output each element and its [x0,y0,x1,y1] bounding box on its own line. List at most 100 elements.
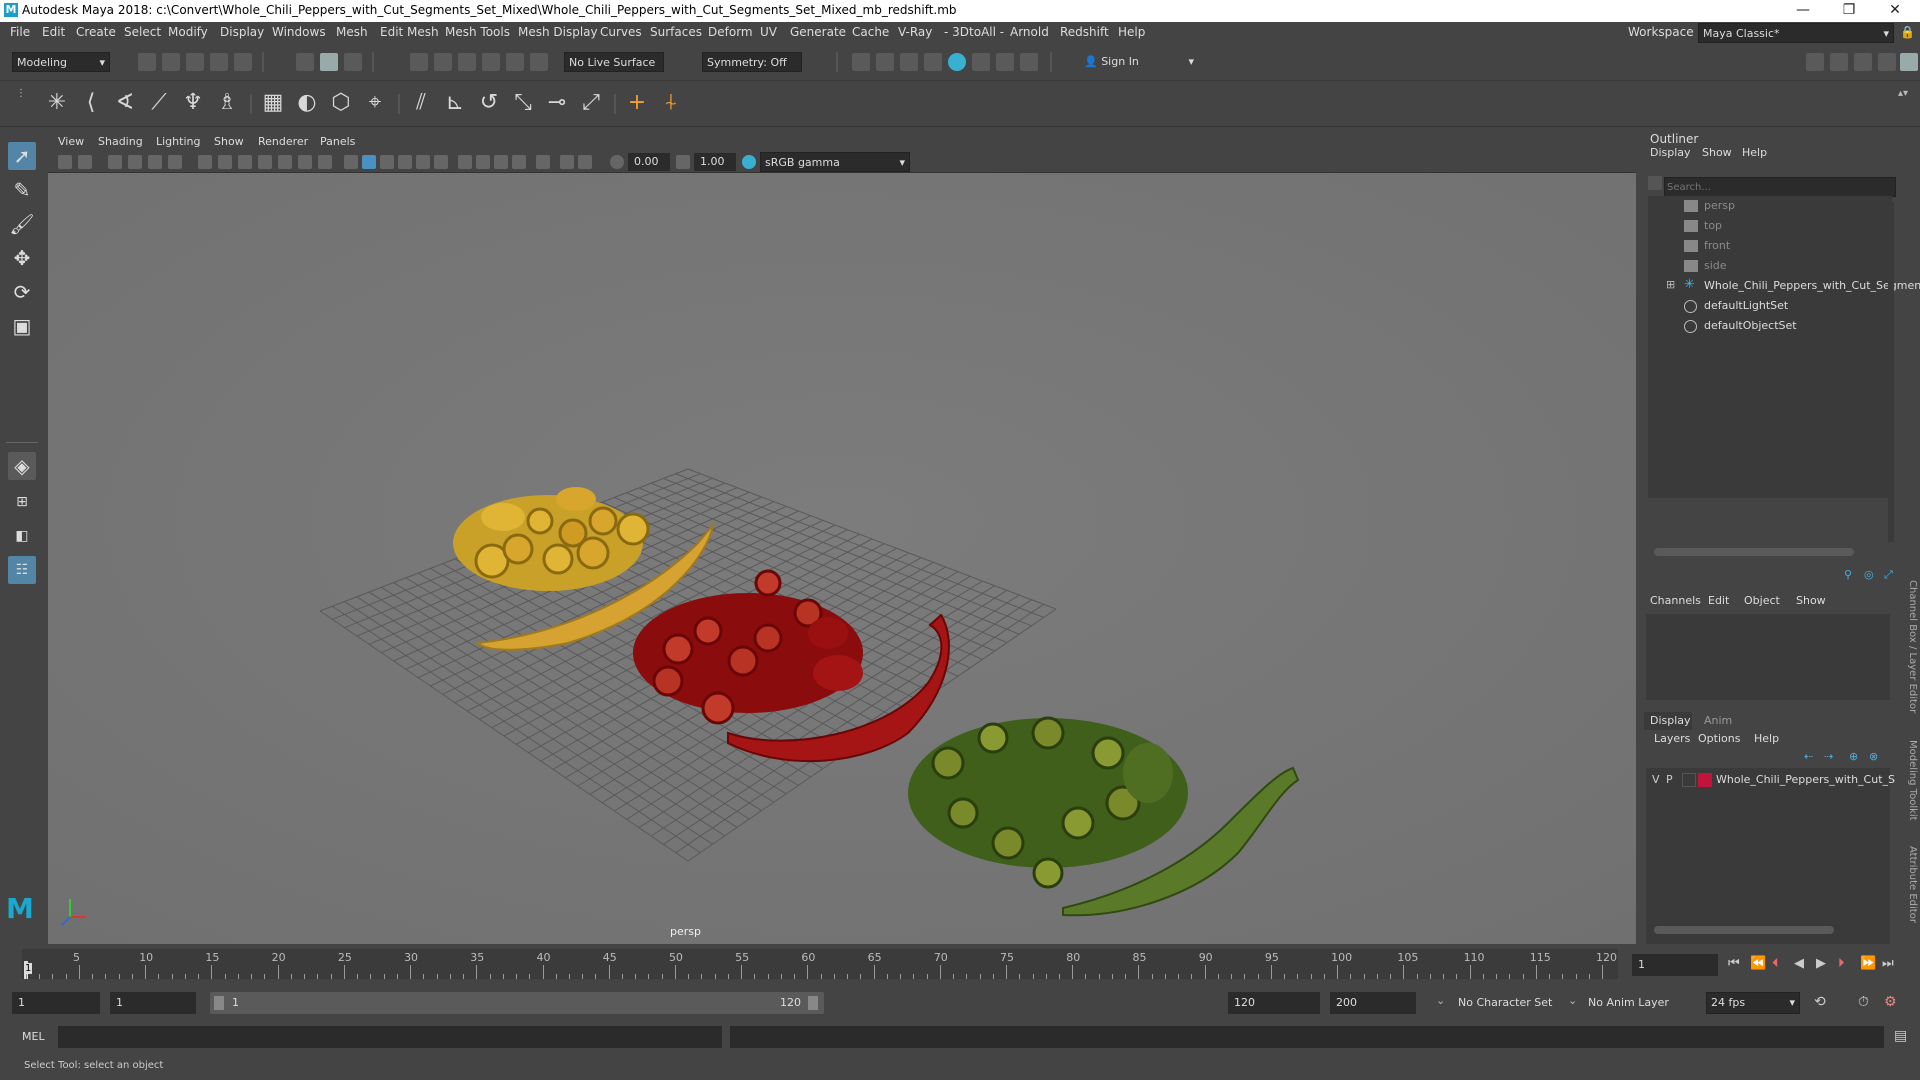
xray-joints-icon[interactable] [578,155,592,169]
cluster-deformer-icon[interactable]: ⍭ [658,90,684,116]
select-camera-icon[interactable] [58,155,72,169]
command-input[interactable] [58,1026,722,1048]
screen-space-ao-icon[interactable] [458,155,472,169]
render-frame-icon[interactable] [852,53,870,71]
channelbox-menu-show[interactable]: Show [1796,594,1826,607]
persp-graph-layout-icon[interactable]: ☷ [8,556,36,584]
channel-lock-icon[interactable]: ◎ [1864,568,1874,581]
menu-cache[interactable]: Cache [852,25,889,39]
pole-vector-icon[interactable]: ⤢ [578,90,604,116]
gamma-field[interactable]: 1.00 [694,153,736,171]
menu-mesh[interactable]: Mesh [336,25,368,39]
outliner-menu-help[interactable]: Help [1742,146,1767,159]
time-slider-track[interactable]: 1 5 10 15 20 25 30 35 40 45 50 55 60 65 70 75 80 85 90 95 1… [22,949,1618,979]
select-tool-icon[interactable]: ➚ [8,142,36,170]
menu-uv[interactable]: UV [760,25,777,39]
lookdev-icon[interactable] [996,53,1014,71]
animation-end-field[interactable]: 200 [1330,992,1416,1014]
snap-point-icon[interactable] [458,53,476,71]
layer-tab-display[interactable]: Display [1644,712,1692,730]
menu-edit[interactable]: Edit [42,25,65,39]
four-view-layout-icon[interactable]: ⊞ [8,488,36,516]
outliner-item-defaultobjectset[interactable]: defaultObjectSet [1648,316,1896,336]
step-forward-key-icon[interactable]: ⏩ [1860,956,1876,971]
layer-visibility-toggle[interactable]: V [1652,773,1660,786]
human-ik-icon[interactable]: ♗ [214,90,240,116]
save-scene-icon[interactable] [186,53,204,71]
point-constraint-icon[interactable]: ⊾ [442,90,468,116]
step-forward-frame-icon[interactable]: ⏵ [1838,956,1845,971]
orient-constraint-icon[interactable]: ↺ [476,90,502,116]
persp-outliner-layout-icon[interactable]: ◧ [8,522,36,550]
color-management-icon[interactable] [742,155,756,169]
close-button[interactable]: ✕ [1872,0,1918,22]
pause-icon[interactable] [1020,53,1038,71]
symmetry-dropdown[interactable]: Symmetry: Off [702,52,802,72]
wireframe-icon[interactable] [344,155,358,169]
menu-modify[interactable]: Modify [168,25,208,39]
menu-arnold[interactable]: Arnold [1010,25,1049,39]
3d-viewport[interactable]: persp [48,173,1636,944]
sign-in-button[interactable]: 👤 Sign In ▾ [1080,52,1198,72]
exposure-icon[interactable] [610,155,624,169]
new-scene-icon[interactable] [138,53,156,71]
outliner-vertical-scrollbar[interactable] [1888,202,1894,542]
grease-pencil-icon[interactable] [168,155,182,169]
rotate-tool-icon[interactable]: ⟳ [8,278,36,306]
ik-joint-icon[interactable]: ✳ [44,90,70,116]
layer-color-swatch[interactable] [1698,773,1712,787]
menu-windows[interactable]: Windows [272,25,326,39]
menu-display[interactable]: Display [220,25,264,39]
toggle-modeling-toolkit-icon[interactable] [1806,53,1824,71]
parent-constraint-icon[interactable]: ⫽ [408,90,434,116]
channelbox-menu-edit[interactable]: Edit [1708,594,1729,607]
field-chart-icon[interactable] [278,155,292,169]
cluster-icon[interactable]: ⌖ [362,90,388,116]
auto-key-icon[interactable]: ⏱ [1858,994,1869,1010]
loop-icon[interactable]: ⟲ [1814,994,1826,1010]
depth-of-field-icon[interactable] [512,155,526,169]
minimize-button[interactable]: — [1780,0,1826,22]
outliner-menu-display[interactable]: Display [1650,146,1691,159]
move-layer-down-icon[interactable]: ⇢ [1824,750,1833,763]
menu-deform[interactable]: Deform [708,25,753,39]
exposure-field[interactable]: 0.00 [628,153,670,171]
resolution-gate-icon[interactable] [238,155,252,169]
scale-constraint-icon[interactable]: ⤡ [510,90,536,116]
gate-mask-icon[interactable] [258,155,272,169]
go-to-start-icon[interactable]: ⏮ [1728,956,1740,971]
quick-rig-icon[interactable]: ♆ [180,90,206,116]
select-hierarchy-icon[interactable] [296,53,314,71]
redo-icon[interactable] [234,53,252,71]
snap-view-icon[interactable] [506,53,524,71]
menu-redshift[interactable]: Redshift [1060,25,1109,39]
snap-curve-icon[interactable] [434,53,452,71]
xray-icon[interactable] [560,155,574,169]
menu-generate[interactable]: Generate [790,25,846,39]
channel-key-icon[interactable]: ⚲ [1844,568,1852,581]
ik-spline-icon[interactable]: ⟋ [146,90,172,116]
bind-skin-icon[interactable]: ▦ [260,90,286,116]
ik-handle-icon[interactable]: ∢ [112,90,138,116]
aim-constraint-icon[interactable]: ⊸ [544,90,570,116]
channel-sync-icon[interactable]: ⤢ [1884,568,1893,582]
render-settings-icon[interactable] [924,53,942,71]
animation-prefs-icon[interactable]: ⚙ [1884,994,1897,1010]
side-tab-channel-box[interactable]: Channel Box / Layer Editor [1902,580,1918,730]
paint-weights-icon[interactable]: ◐ [294,90,320,116]
layer-type-toggle[interactable] [1682,773,1696,787]
render-sequence-icon[interactable] [876,53,894,71]
toggle-tool-settings-icon[interactable] [1854,53,1872,71]
workspace-dropdown[interactable]: Maya Classic* ▾ [1698,23,1894,43]
menu-mesh-tools[interactable]: Mesh Tools [445,25,510,39]
range-handle-start[interactable] [214,996,224,1010]
viewport-menu-view[interactable]: View [58,135,84,148]
new-layer-icon[interactable]: ⊕ [1849,750,1858,763]
layer-menu-layers[interactable]: Layers [1654,732,1690,745]
viewport-menu-panels[interactable]: Panels [320,135,355,148]
open-scene-icon[interactable] [162,53,180,71]
gamma-icon[interactable] [676,155,690,169]
range-handle-end[interactable] [808,996,818,1010]
step-back-key-icon[interactable]: ⏪ [1750,956,1766,971]
outliner-menu-show[interactable]: Show [1702,146,1732,159]
